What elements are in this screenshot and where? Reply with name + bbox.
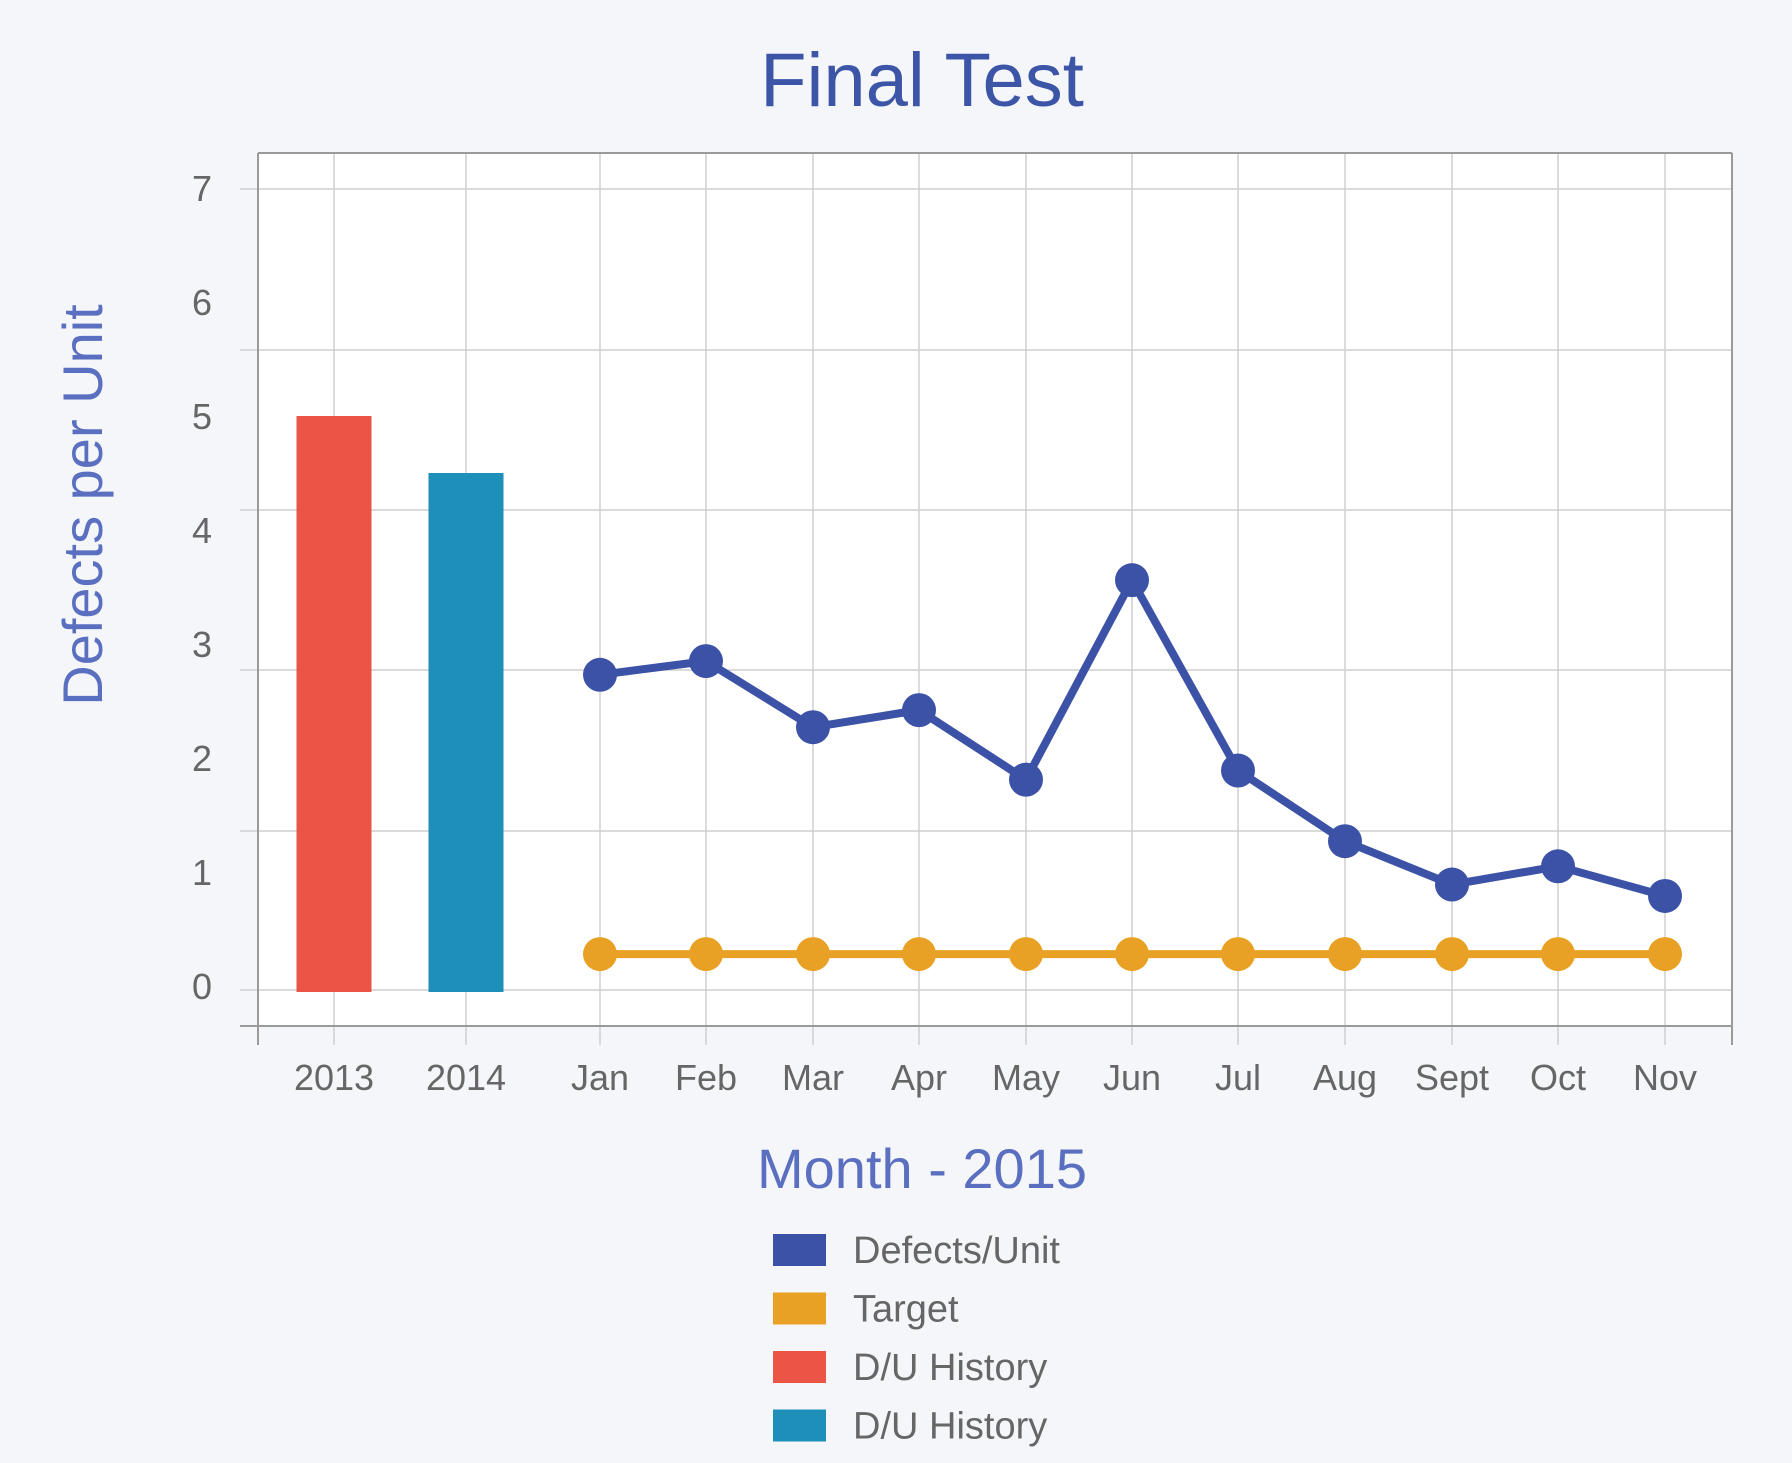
legend-label: Target <box>853 1289 959 1331</box>
legend-item-target: Target <box>773 1289 959 1331</box>
point-defects-unit-may <box>1009 762 1043 797</box>
point-target-sept <box>1435 937 1469 972</box>
bar-2014 <box>428 473 504 992</box>
legend-label: D/U History <box>853 1347 1047 1389</box>
point-defects-unit-nov <box>1648 878 1682 913</box>
x-tick-label: Jul <box>1215 1057 1261 1098</box>
y-tick-label: 5 <box>192 396 212 437</box>
point-target-jun <box>1115 937 1149 972</box>
x-tick-label: Nov <box>1633 1057 1697 1098</box>
point-defects-unit-oct <box>1541 849 1575 884</box>
x-tick-label: 2013 <box>294 1057 374 1098</box>
legend-swatch <box>773 1351 826 1383</box>
legend-label: D/U History <box>853 1406 1047 1448</box>
point-defects-unit-feb <box>689 644 723 679</box>
x-tick-label: Jan <box>571 1057 629 1098</box>
point-defects-unit-jun <box>1115 563 1149 598</box>
x-tick-label: Aug <box>1313 1057 1377 1098</box>
point-target-aug <box>1328 937 1362 972</box>
point-defects-unit-aug <box>1328 824 1362 859</box>
point-target-may <box>1009 937 1043 972</box>
y-tick-labels: 0 1 2 3 4 5 6 7 <box>192 168 212 1007</box>
point-defects-unit-jan <box>583 657 617 692</box>
x-tick-label: Feb <box>675 1057 737 1098</box>
point-defects-unit-jul <box>1221 753 1255 788</box>
x-tick-label: Mar <box>782 1057 844 1098</box>
point-target-jul <box>1221 937 1255 972</box>
point-target-feb <box>689 937 723 972</box>
x-tick-label: Oct <box>1530 1057 1586 1098</box>
y-tick-label: 1 <box>192 852 212 893</box>
point-target-jan <box>583 937 617 972</box>
legend-label: Defects/Unit <box>853 1230 1060 1272</box>
legend-swatch <box>773 1409 826 1442</box>
x-tick-label: 2014 <box>426 1057 506 1098</box>
y-tick-label: 2 <box>192 738 212 779</box>
point-defects-unit-mar <box>796 710 830 745</box>
legend-swatch <box>773 1292 826 1325</box>
legend: Defects/Unit Target D/U History D/U History <box>773 1230 1060 1448</box>
y-axis-title: Defects per Unit <box>51 304 114 706</box>
bar-2013 <box>296 416 372 992</box>
x-tick-label: Apr <box>891 1057 947 1098</box>
x-tick-label: May <box>992 1057 1060 1098</box>
legend-item-d-u-history: D/U History <box>773 1347 1047 1389</box>
point-target-apr <box>902 937 936 972</box>
y-tick-label: 6 <box>192 282 212 323</box>
x-tick-label: Sept <box>1415 1057 1489 1098</box>
x-tick-labels: 2013 2014 Jan Feb Mar Apr May Jun Jul Aug Sept Oct N… <box>294 1057 1697 1098</box>
point-defects-unit-apr <box>902 693 936 728</box>
x-tick-label: Jun <box>1103 1057 1161 1098</box>
y-tick-label: 7 <box>192 168 212 209</box>
legend-item-defects-unit: Defects/Unit <box>773 1230 1060 1272</box>
y-tick-label: 4 <box>192 510 212 551</box>
x-axis-title: Month - 2015 <box>757 1137 1087 1200</box>
y-tick-label: 3 <box>192 624 212 665</box>
y-tick-label: 0 <box>192 966 212 1007</box>
chart-title: Final Test <box>760 38 1084 123</box>
point-target-mar <box>796 937 830 972</box>
legend-item-d-u-history: D/U History <box>773 1406 1047 1448</box>
point-target-nov <box>1648 937 1682 972</box>
chart: Final Test 0 1 2 3 4 5 6 7 2013 2014 Jan Feb Mar Apr… <box>51 38 1733 1448</box>
point-defects-unit-sept <box>1435 867 1469 902</box>
legend-swatch <box>773 1234 826 1266</box>
point-target-oct <box>1541 937 1575 972</box>
